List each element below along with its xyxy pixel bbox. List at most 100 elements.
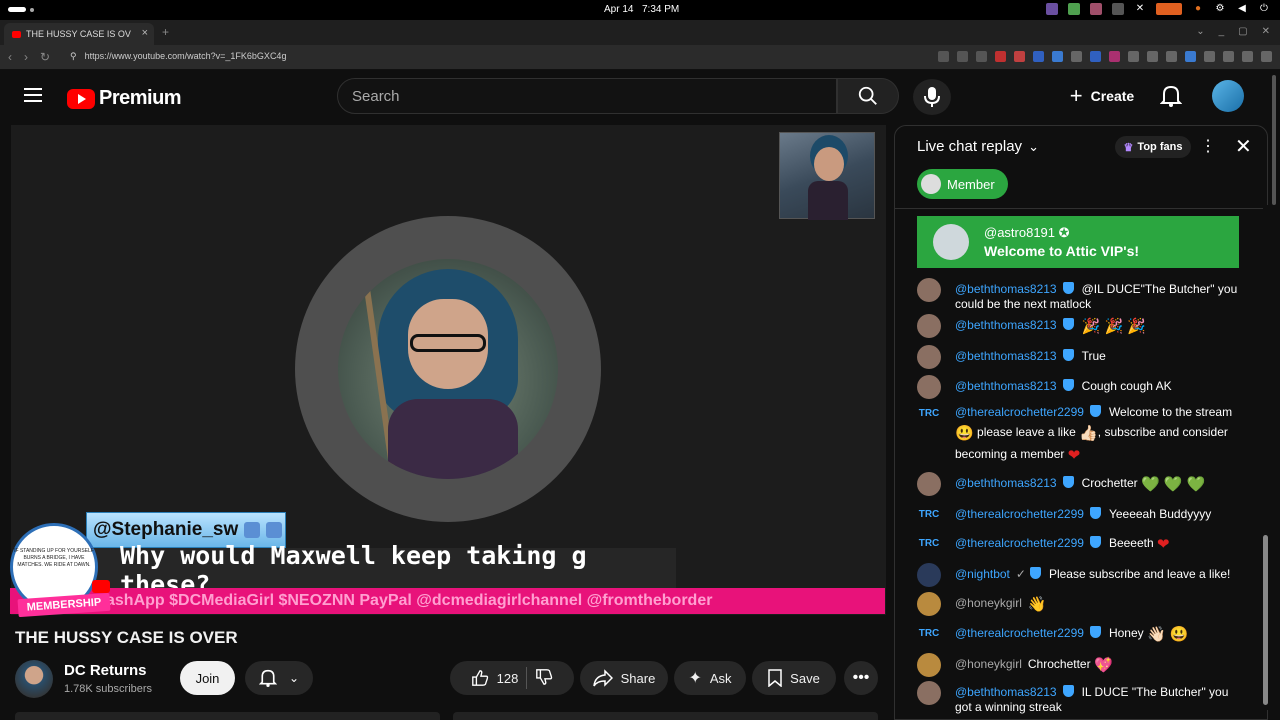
hamburger-menu-icon[interactable]: [24, 88, 42, 102]
notifications-button[interactable]: [1159, 84, 1183, 113]
chat-author[interactable]: @therealcrochetter2299: [955, 626, 1084, 640]
extension-icon[interactable]: [1166, 51, 1177, 62]
chat-author[interactable]: @beththomas8213: [955, 379, 1057, 393]
tray-app-icon[interactable]: [1046, 3, 1058, 15]
avatar[interactable]: TRC: [917, 503, 941, 527]
membership-badge: IF STANDING UP FOR YOURSELF BURNS A BRID…: [10, 523, 111, 618]
extension-icon[interactable]: [1242, 51, 1253, 62]
workspace-dot[interactable]: [30, 8, 34, 12]
chat-author[interactable]: @beththomas8213: [955, 349, 1057, 363]
create-button[interactable]: + Create: [1060, 80, 1144, 112]
avatar[interactable]: [917, 681, 941, 705]
account-avatar[interactable]: [1212, 80, 1244, 112]
address-bar: ‹ › ↻ ⚲ https://www.youtube.com/watch?v=…: [0, 45, 1280, 70]
extension-icon[interactable]: [1109, 51, 1120, 62]
menu-icon[interactable]: [1261, 51, 1272, 62]
tab-list-icon[interactable]: ⌄: [1196, 26, 1204, 37]
tray-app-icon[interactable]: [1068, 3, 1080, 15]
save-button[interactable]: Save: [752, 661, 836, 695]
extension-icon[interactable]: [1223, 51, 1234, 62]
welcome-author[interactable]: @astro8191 ✪: [984, 225, 1070, 241]
member-chip[interactable]: Member: [917, 169, 1008, 199]
extension-icon[interactable]: [1128, 51, 1139, 62]
chat-author[interactable]: @beththomas8213: [955, 318, 1057, 332]
zoom-icon[interactable]: [957, 51, 968, 62]
chat-author[interactable]: @nightbot: [955, 567, 1010, 581]
chat-author[interactable]: @beththomas8213: [955, 685, 1057, 699]
chat-author[interactable]: @therealcrochetter2299: [955, 507, 1084, 521]
tab-close-icon[interactable]: ×: [142, 27, 148, 39]
extension-icon[interactable]: [1033, 51, 1044, 62]
extension-icon[interactable]: [995, 51, 1006, 62]
extension-icon[interactable]: [976, 51, 987, 62]
join-button[interactable]: Join: [180, 661, 235, 695]
avatar[interactable]: [917, 592, 941, 616]
dislike-button[interactable]: [535, 668, 553, 689]
avatar[interactable]: [933, 224, 969, 260]
extension-icon[interactable]: [1071, 51, 1082, 62]
more-actions-button[interactable]: •••: [844, 661, 878, 695]
share-button[interactable]: Share: [580, 661, 668, 695]
tray-app-icon[interactable]: [1112, 3, 1124, 15]
extension-icon[interactable]: [1052, 51, 1063, 62]
more-vertical-icon[interactable]: ⋮: [1200, 136, 1216, 156]
reload-icon[interactable]: ↻: [40, 50, 50, 64]
activities-indicator[interactable]: [8, 7, 26, 12]
url-field[interactable]: ⚲ https://www.youtube.com/watch?v=_1FK6b…: [70, 51, 286, 62]
top-fans-button[interactable]: ♛ Top fans: [1115, 136, 1191, 158]
maximize-icon[interactable]: ▢: [1238, 26, 1247, 37]
tray-app-icon[interactable]: [1090, 3, 1102, 15]
site-info-icon[interactable]: ⚲: [70, 51, 77, 62]
chat-author[interactable]: @therealcrochetter2299: [955, 405, 1084, 419]
avatar[interactable]: [917, 375, 941, 399]
minimize-icon[interactable]: _: [1219, 26, 1225, 37]
avatar[interactable]: TRC: [917, 532, 941, 556]
close-window-icon[interactable]: ✕: [1262, 26, 1270, 37]
new-tab-icon[interactable]: +: [162, 25, 169, 39]
chat-author[interactable]: @beththomas8213: [955, 282, 1057, 296]
network-icon[interactable]: ⚙: [1214, 3, 1226, 15]
window-controls: ⌄ _ ▢ ✕: [1196, 26, 1270, 37]
avatar[interactable]: [917, 563, 941, 587]
avatar[interactable]: TRC: [917, 622, 941, 646]
page-scrollbar[interactable]: [1272, 75, 1276, 205]
chat-author[interactable]: @honeykgirl: [955, 596, 1022, 610]
extension-icon[interactable]: [1090, 51, 1101, 62]
avatar[interactable]: TRC: [917, 402, 941, 426]
chat-author[interactable]: @therealcrochetter2299: [955, 536, 1084, 550]
voice-search-button[interactable]: [913, 79, 951, 115]
extension-icon[interactable]: [938, 51, 949, 62]
channel-name[interactable]: DC Returns: [64, 662, 147, 679]
power-icon[interactable]: ⏻: [1258, 3, 1270, 15]
chat-mode-dropdown[interactable]: Live chat replay ⌄: [917, 138, 1039, 155]
avatar[interactable]: [917, 472, 941, 496]
tray-app-icon[interactable]: ✕: [1134, 3, 1146, 15]
sidebar-icon[interactable]: [1204, 51, 1215, 62]
microphone-icon[interactable]: ●: [1192, 3, 1204, 15]
ask-button[interactable]: ✦ Ask: [674, 661, 746, 695]
extension-icon[interactable]: [1147, 51, 1158, 62]
chat-author[interactable]: @beththomas8213: [955, 476, 1057, 490]
chat-author[interactable]: @honeykgirl: [955, 657, 1022, 671]
search-input[interactable]: Search: [337, 78, 837, 114]
forward-icon[interactable]: ›: [24, 50, 28, 64]
avatar[interactable]: [917, 314, 941, 338]
avatar[interactable]: [917, 653, 941, 677]
browser-tab[interactable]: THE HUSSY CASE IS OV ×: [4, 23, 154, 45]
tray-app-icon[interactable]: [1156, 3, 1182, 15]
like-button[interactable]: 128: [471, 669, 518, 687]
channel-avatar[interactable]: [15, 660, 53, 698]
close-icon[interactable]: ✕: [1235, 134, 1252, 159]
extension-icon[interactable]: [1185, 51, 1196, 62]
chat-scroll-thumb[interactable]: [1263, 535, 1268, 705]
search-button[interactable]: [837, 78, 899, 114]
volume-icon[interactable]: ◀: [1236, 3, 1248, 15]
subscription-notifications-button[interactable]: ⌄: [245, 661, 313, 695]
member-badge-icon: [1089, 626, 1101, 638]
extension-icon[interactable]: [1014, 51, 1025, 62]
chat-scrollbar[interactable]: [1263, 205, 1268, 710]
youtube-premium-logo[interactable]: Premium: [67, 87, 182, 110]
back-icon[interactable]: ‹: [8, 50, 12, 64]
avatar[interactable]: [917, 345, 941, 369]
avatar[interactable]: [917, 278, 941, 302]
